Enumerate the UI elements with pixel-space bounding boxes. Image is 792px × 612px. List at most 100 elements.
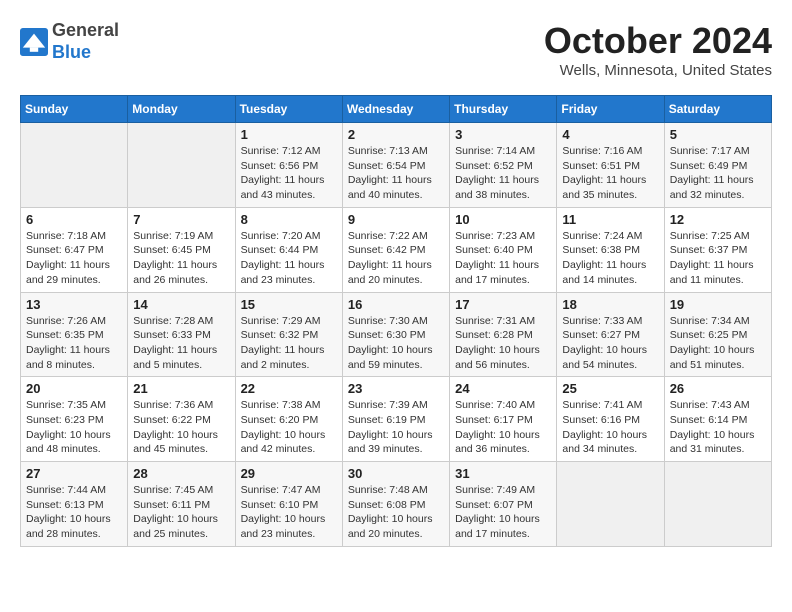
calendar-cell: 29 Sunrise: 7:47 AMSunset: 6:10 PMDayligh… [235,462,342,547]
day-number: 16 [348,297,444,312]
day-info: Sunrise: 7:40 AMSunset: 6:17 PMDaylight:… [455,398,551,457]
day-number: 25 [562,381,658,396]
day-number: 19 [670,297,766,312]
day-info: Sunrise: 7:20 AMSunset: 6:44 PMDaylight:… [241,229,337,288]
calendar-cell: 23Sunrise: 7:39 AMSunset: 6:19 PMDayligh… [342,377,449,462]
weekday-header-saturday: Saturday [664,96,771,123]
day-number: 15 [241,297,337,312]
calendar-cell: 4 Sunrise: 7:16 AMSunset: 6:51 PMDaylight… [557,123,664,208]
calendar-cell: 15 Sunrise: 7:29 AMSunset: 6:32 PMDayligh… [235,292,342,377]
day-info: Sunrise: 7:30 AMSunset: 6:30 PMDaylight:… [348,314,444,373]
day-number: 17 [455,297,551,312]
calendar-cell: 28Sunrise: 7:45 AMSunset: 6:11 PMDayligh… [128,462,235,547]
calendar-table: SundayMondayTuesdayWednesdayThursdayFrid… [20,95,772,547]
day-number: 6 [26,212,122,227]
day-info: Sunrise: 7:22 AMSunset: 6:42 PMDaylight:… [348,229,444,288]
logo-general: General [52,20,119,40]
calendar-week-4: 20 Sunrise: 7:35 AMSunset: 6:23 PMDayligh… [21,377,772,462]
day-info: Sunrise: 7:48 AMSunset: 6:08 PMDaylight:… [348,483,444,542]
calendar-cell: 21 Sunrise: 7:36 AMSunset: 6:22 PMDayligh… [128,377,235,462]
day-number: 2 [348,127,444,142]
day-info: Sunrise: 7:28 AMSunset: 6:33 PMDaylight:… [133,314,229,373]
day-info: Sunrise: 7:47 AMSunset: 6:10 PMDaylight:… [241,483,337,542]
page-header: General Blue October 2024 Wells, Minneso… [20,20,772,79]
day-number: 31 [455,466,551,481]
day-number: 21 [133,381,229,396]
weekday-header-wednesday: Wednesday [342,96,449,123]
calendar-cell: 10Sunrise: 7:23 AMSunset: 6:40 PMDayligh… [450,207,557,292]
day-info: Sunrise: 7:43 AMSunset: 6:14 PMDaylight:… [670,398,766,457]
day-number: 27 [26,466,122,481]
logo-text: General Blue [52,20,119,63]
day-info: Sunrise: 7:44 AMSunset: 6:13 PMDaylight:… [26,483,122,542]
weekday-header-tuesday: Tuesday [235,96,342,123]
day-info: Sunrise: 7:14 AMSunset: 6:52 PMDaylight:… [455,144,551,203]
calendar-cell: 18 Sunrise: 7:33 AMSunset: 6:27 PMDayligh… [557,292,664,377]
day-info: Sunrise: 7:18 AMSunset: 6:47 PMDaylight:… [26,229,122,288]
calendar-cell: 14Sunrise: 7:28 AMSunset: 6:33 PMDayligh… [128,292,235,377]
day-info: Sunrise: 7:31 AMSunset: 6:28 PMDaylight:… [455,314,551,373]
calendar-cell: 31 Sunrise: 7:49 AMSunset: 6:07 PMDayligh… [450,462,557,547]
day-number: 7 [133,212,229,227]
day-number: 13 [26,297,122,312]
day-number: 24 [455,381,551,396]
calendar-cell: 25 Sunrise: 7:41 AMSunset: 6:16 PMDayligh… [557,377,664,462]
day-info: Sunrise: 7:39 AMSunset: 6:19 PMDaylight:… [348,398,444,457]
day-number: 8 [241,212,337,227]
calendar-cell: 13Sunrise: 7:26 AMSunset: 6:35 PMDayligh… [21,292,128,377]
calendar-week-5: 27 Sunrise: 7:44 AMSunset: 6:13 PMDayligh… [21,462,772,547]
day-info: Sunrise: 7:19 AMSunset: 6:45 PMDaylight:… [133,229,229,288]
calendar-cell [557,462,664,547]
day-number: 20 [26,381,122,396]
calendar-cell: 7 Sunrise: 7:19 AMSunset: 6:45 PMDaylight… [128,207,235,292]
calendar-cell: 17 Sunrise: 7:31 AMSunset: 6:28 PMDayligh… [450,292,557,377]
weekday-header-sunday: Sunday [21,96,128,123]
day-number: 26 [670,381,766,396]
calendar-cell: 5Sunrise: 7:17 AMSunset: 6:49 PMDaylight… [664,123,771,208]
calendar-cell: 22Sunrise: 7:38 AMSunset: 6:20 PMDayligh… [235,377,342,462]
day-info: Sunrise: 7:34 AMSunset: 6:25 PMDaylight:… [670,314,766,373]
calendar-cell: 30 Sunrise: 7:48 AMSunset: 6:08 PMDayligh… [342,462,449,547]
day-number: 29 [241,466,337,481]
calendar-cell: 19 Sunrise: 7:34 AMSunset: 6:25 PMDayligh… [664,292,771,377]
calendar-cell: 6 Sunrise: 7:18 AMSunset: 6:47 PMDaylight… [21,207,128,292]
title-block: October 2024 Wells, Minnesota, United St… [544,20,772,79]
day-number: 4 [562,127,658,142]
day-info: Sunrise: 7:33 AMSunset: 6:27 PMDaylight:… [562,314,658,373]
calendar-cell [664,462,771,547]
day-number: 1 [241,127,337,142]
day-info: Sunrise: 7:36 AMSunset: 6:22 PMDaylight:… [133,398,229,457]
day-info: Sunrise: 7:17 AMSunset: 6:49 PMDaylight:… [670,144,766,203]
weekday-header-thursday: Thursday [450,96,557,123]
day-number: 28 [133,466,229,481]
logo: General Blue [20,20,119,63]
day-number: 10 [455,212,551,227]
calendar-cell: 16 Sunrise: 7:30 AMSunset: 6:30 PMDayligh… [342,292,449,377]
day-info: Sunrise: 7:29 AMSunset: 6:32 PMDaylight:… [241,314,337,373]
calendar-cell [21,123,128,208]
day-number: 18 [562,297,658,312]
calendar-cell: 3 Sunrise: 7:14 AMSunset: 6:52 PMDaylight… [450,123,557,208]
calendar-cell: 12Sunrise: 7:25 AMSunset: 6:37 PMDayligh… [664,207,771,292]
calendar-week-1: 1 Sunrise: 7:12 AMSunset: 6:56 PMDaylight… [21,123,772,208]
calendar-cell: 24 Sunrise: 7:40 AMSunset: 6:17 PMDayligh… [450,377,557,462]
calendar-cell: 26 Sunrise: 7:43 AMSunset: 6:14 PMDayligh… [664,377,771,462]
day-info: Sunrise: 7:16 AMSunset: 6:51 PMDaylight:… [562,144,658,203]
calendar-week-3: 13Sunrise: 7:26 AMSunset: 6:35 PMDayligh… [21,292,772,377]
day-number: 30 [348,466,444,481]
day-number: 22 [241,381,337,396]
logo-blue: Blue [52,42,91,62]
day-info: Sunrise: 7:12 AMSunset: 6:56 PMDaylight:… [241,144,337,203]
calendar-cell: 2Sunrise: 7:13 AMSunset: 6:54 PMDaylight… [342,123,449,208]
day-info: Sunrise: 7:35 AMSunset: 6:23 PMDaylight:… [26,398,122,457]
calendar-cell: 20 Sunrise: 7:35 AMSunset: 6:23 PMDayligh… [21,377,128,462]
day-info: Sunrise: 7:49 AMSunset: 6:07 PMDaylight:… [455,483,551,542]
location: Wells, Minnesota, United States [544,62,772,79]
day-number: 9 [348,212,444,227]
calendar-cell: 11Sunrise: 7:24 AMSunset: 6:38 PMDayligh… [557,207,664,292]
day-number: 3 [455,127,551,142]
calendar-week-2: 6 Sunrise: 7:18 AMSunset: 6:47 PMDaylight… [21,207,772,292]
calendar-cell: 8 Sunrise: 7:20 AMSunset: 6:44 PMDaylight… [235,207,342,292]
calendar-cell [128,123,235,208]
day-info: Sunrise: 7:41 AMSunset: 6:16 PMDaylight:… [562,398,658,457]
